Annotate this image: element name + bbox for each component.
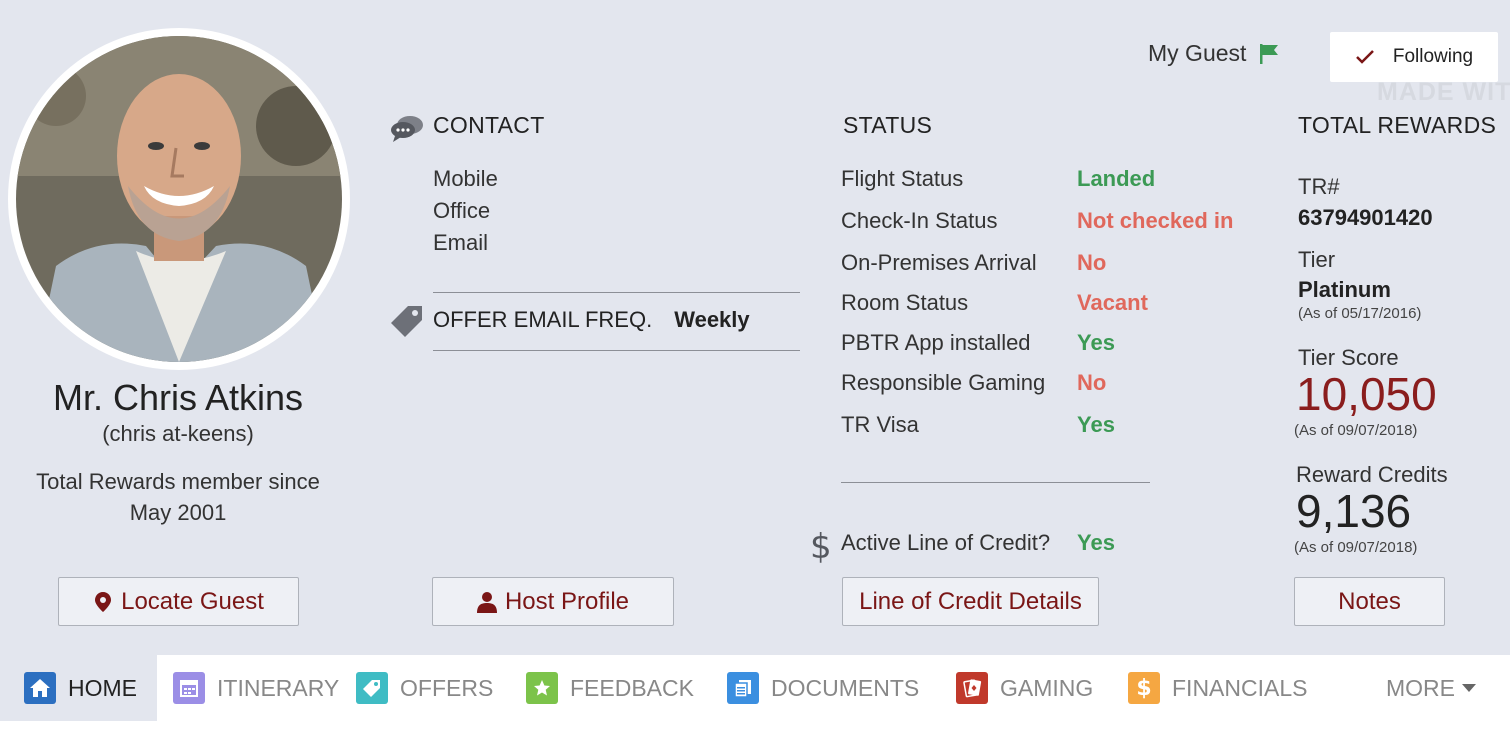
nav-itinerary-label: ITINERARY — [217, 674, 340, 701]
guest-name: Mr. Chris Atkins — [52, 377, 304, 418]
line-of-credit-status: Active Line of Credit? Yes — [841, 530, 1281, 556]
cards-icon — [956, 672, 988, 704]
tier-value: Platinum — [1298, 277, 1391, 302]
tier-score-as-of: (As of 09/07/2018) — [1294, 422, 1418, 439]
nav-home[interactable]: HOME — [0, 655, 157, 721]
nav-itinerary[interactable]: ITINERARY — [157, 655, 356, 721]
tier-score-value: 10,050 — [1296, 368, 1437, 420]
status-value: Landed — [1077, 166, 1156, 191]
guest-pronunciation: (chris at-keens) — [102, 421, 254, 446]
nav-home-label: HOME — [68, 674, 137, 701]
tier-as-of: (As of 05/17/2016) — [1298, 305, 1422, 322]
nav-feedback-label: FEEDBACK — [570, 674, 694, 701]
nav-more[interactable]: MORE — [1386, 655, 1477, 721]
offer-email-label: OFFER EMAIL FREQ. — [433, 307, 653, 332]
guest-avatar — [8, 28, 350, 370]
notes-button[interactable]: Notes — [1294, 577, 1445, 626]
tr-number-label: TR# — [1298, 174, 1340, 199]
status-row: PBTR App installed Yes — [841, 330, 1281, 356]
nav-financials-label: FINANCIALS — [1172, 674, 1308, 701]
status-heading: STATUS — [843, 112, 933, 138]
status-value: Yes — [1077, 412, 1115, 437]
checkmark-icon — [1355, 50, 1374, 64]
tier-label: Tier — [1298, 247, 1336, 272]
divider — [433, 350, 800, 351]
nav-gaming-label: GAMING — [1000, 674, 1094, 701]
calendar-icon — [173, 672, 205, 704]
my-guest-indicator: My Guest — [1148, 40, 1280, 67]
member-since-date: May 2001 — [129, 500, 227, 525]
offer-email-value: Weekly — [674, 307, 750, 332]
nav-financials[interactable]: $ FINANCIALS — [1128, 655, 1386, 721]
reward-credits-as-of: (As of 09/07/2018) — [1294, 539, 1418, 556]
status-value: No — [1077, 250, 1107, 275]
contact-office: Office — [433, 198, 491, 223]
flag-icon — [1260, 43, 1279, 64]
contact-list: Mobile Office Email — [433, 163, 498, 259]
nav-more-label: MORE — [1386, 674, 1455, 701]
dollar-icon: $ — [810, 527, 832, 567]
status-row: On-Premises Arrival No — [841, 250, 1281, 276]
following-label: Following — [1392, 46, 1474, 67]
nav-offers-label: OFFERS — [400, 674, 494, 701]
home-icon — [24, 672, 56, 704]
contact-mobile: Mobile — [433, 166, 498, 191]
status-row: Check-In Status Not checked in — [841, 208, 1281, 234]
status-label: Room Status — [841, 290, 969, 315]
status-label: TR Visa — [841, 412, 919, 437]
status-label: Check-In Status — [841, 208, 998, 233]
following-button[interactable]: Following — [1330, 32, 1498, 82]
contact-heading: CONTACT — [433, 112, 545, 138]
credit-value: Yes — [1077, 530, 1115, 555]
status-row: TR Visa Yes — [841, 412, 1281, 438]
host-profile-label: Host Profile — [504, 587, 630, 615]
guest-photo — [16, 36, 342, 362]
nav-documents-label: DOCUMENTS — [771, 674, 920, 701]
line-of-credit-details-button[interactable]: Line of Credit Details — [842, 577, 1099, 626]
tr-number: 63794901420 — [1298, 205, 1433, 230]
reward-credits-value: 9,136 — [1296, 485, 1412, 537]
my-guest-label: My Guest — [1148, 40, 1247, 66]
document-icon — [727, 672, 759, 704]
status-label: PBTR App installed — [841, 330, 1031, 355]
locate-guest-label: Locate Guest — [121, 587, 264, 615]
star-icon — [526, 672, 558, 704]
dollar-icon: $ — [1128, 672, 1160, 704]
nav-gaming[interactable]: GAMING — [956, 655, 1128, 721]
status-label: On-Premises Arrival — [841, 250, 1037, 275]
divider — [841, 482, 1150, 483]
tag-icon — [390, 304, 424, 343]
offer-email-frequency: OFFER EMAIL FREQ. Weekly — [433, 307, 750, 333]
rewards-heading: TOTAL REWARDS — [1298, 112, 1497, 138]
user-icon — [476, 591, 497, 613]
chevron-down-icon — [1462, 684, 1476, 692]
tag-icon — [356, 672, 388, 704]
status-label: Flight Status — [841, 166, 964, 191]
watermark: MADE WIT — [1377, 78, 1510, 106]
nav-feedback[interactable]: FEEDBACK — [526, 655, 727, 721]
nav-documents[interactable]: DOCUMENTS — [727, 655, 956, 721]
host-profile-button[interactable]: Host Profile — [432, 577, 674, 626]
status-value: Yes — [1077, 330, 1115, 355]
nav-offers[interactable]: OFFERS — [356, 655, 526, 721]
bottom-strip — [0, 721, 1510, 734]
member-since: Total Rewards member since May 2001 — [0, 466, 356, 528]
status-row: Responsible Gaming No — [841, 370, 1281, 396]
status-value: Vacant — [1077, 290, 1148, 315]
divider — [433, 292, 800, 293]
status-label: Responsible Gaming — [841, 370, 1046, 395]
locate-guest-button[interactable]: Locate Guest — [58, 577, 299, 626]
status-value: Not checked in — [1077, 208, 1234, 233]
contact-email: Email — [433, 230, 489, 255]
credit-label: Active Line of Credit? — [841, 530, 1051, 555]
line-of-credit-label: Line of Credit Details — [859, 587, 1082, 615]
location-pin-icon — [95, 591, 112, 612]
notes-label: Notes — [1338, 587, 1401, 615]
status-value: No — [1077, 370, 1107, 395]
status-row: Room Status Vacant — [841, 290, 1281, 316]
chat-icon — [390, 114, 424, 147]
member-since-label: Total Rewards member since — [36, 469, 320, 494]
status-row: Flight Status Landed — [841, 166, 1281, 192]
bottom-nav: HOME ITINERARY OFFERS FEEDBACK DOCUMENTS… — [0, 655, 1510, 721]
